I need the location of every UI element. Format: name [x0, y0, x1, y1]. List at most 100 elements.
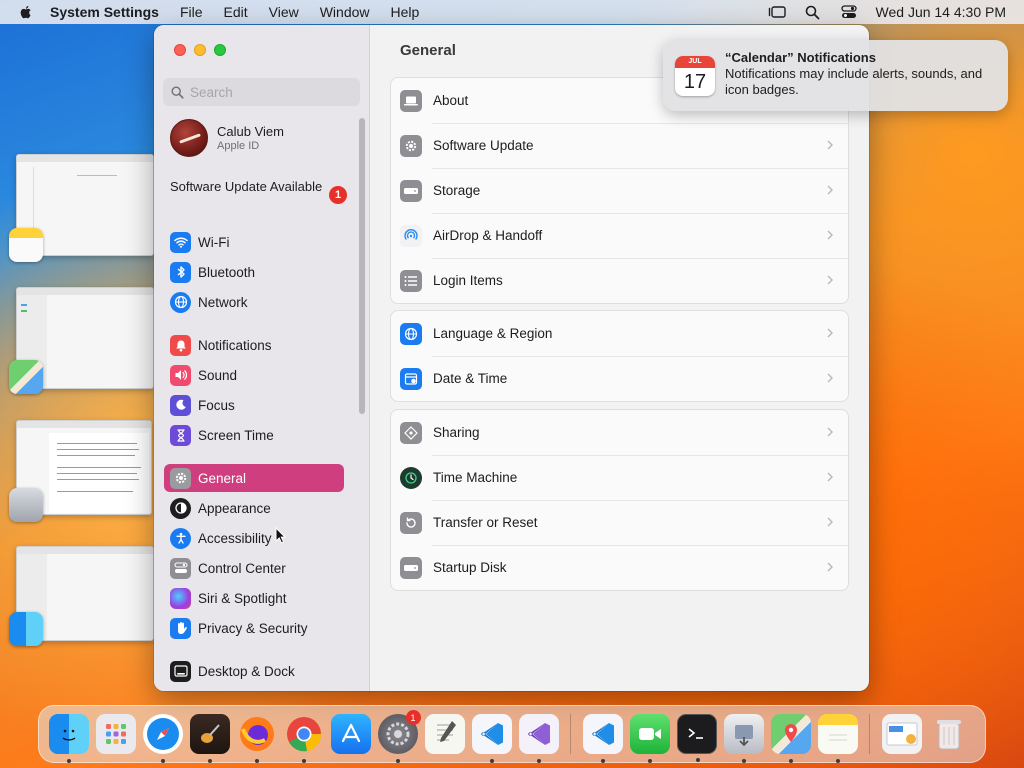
menu-app-name[interactable]: System Settings [50, 4, 159, 20]
dock-textedit-icon[interactable] [424, 714, 465, 754]
sidebar-item-network[interactable]: Network [164, 288, 344, 316]
row-software-update[interactable]: Software Update [391, 123, 848, 168]
apple-menu-icon[interactable] [18, 4, 34, 20]
sidebar-item-screen-time[interactable]: Screen Time [164, 421, 344, 449]
sidebar-item-desktop-dock[interactable]: Desktop & Dock [164, 657, 344, 685]
menu-window[interactable]: Window [320, 4, 370, 20]
speaker-icon [170, 364, 191, 386]
sidebar-item-general[interactable]: General [164, 464, 344, 492]
update-count-badge: 1 [329, 186, 347, 204]
sidebar-item-sound[interactable]: Sound [164, 361, 344, 389]
hourglass-icon [170, 424, 191, 446]
dock-garageband-icon[interactable] [189, 714, 230, 763]
chevron-right-icon [827, 517, 833, 527]
system-settings-window: Search Calub Viem Apple ID Software Upda… [154, 25, 869, 691]
dock-maps-icon[interactable] [770, 714, 811, 763]
dock-launchpad-icon[interactable] [95, 714, 136, 754]
sidebar-item-privacy-security[interactable]: Privacy & Security [164, 614, 344, 642]
control-center-icon[interactable] [840, 4, 858, 20]
finder-app-icon[interactable] [9, 612, 43, 646]
menu-help[interactable]: Help [391, 4, 420, 20]
row-label: Login Items [433, 273, 503, 288]
dock-firefox-icon[interactable] [237, 714, 277, 763]
sidebar-scrollbar[interactable] [359, 118, 365, 414]
search-placeholder: Search [190, 84, 233, 100]
dock-trash-icon[interactable] [929, 714, 969, 754]
dock-facetime-icon[interactable] [629, 714, 670, 763]
sidebar-item-wifi[interactable]: Wi-Fi [164, 228, 344, 256]
dock-vscode-icon[interactable] [471, 714, 512, 763]
row-label: About [433, 93, 469, 108]
globe-icon [400, 322, 422, 345]
settings-group-1: About Software Update Storage AirDrop & … [390, 77, 849, 304]
sidebar-item-accessibility[interactable]: Accessibility [164, 524, 344, 552]
time-machine-icon [400, 466, 422, 489]
menu-file[interactable]: File [180, 4, 203, 20]
dock-app-store-icon[interactable] [330, 714, 371, 754]
dock-notes-icon[interactable] [817, 714, 858, 763]
dock-vscode-insiders-icon[interactable] [582, 714, 623, 763]
row-sharing[interactable]: Sharing [391, 410, 848, 455]
dock-downloads-stack-icon[interactable] [881, 714, 922, 754]
stage-manager-icon[interactable] [768, 4, 786, 20]
chevron-right-icon [827, 185, 833, 195]
chevron-right-icon [827, 230, 833, 240]
sidebar-item-label: Control Center [198, 560, 286, 576]
bell-icon [170, 334, 191, 356]
dock-terminal-icon[interactable] [676, 714, 717, 762]
sharing-icon [400, 421, 422, 444]
menu-view[interactable]: View [269, 4, 299, 20]
siri-icon [170, 587, 191, 609]
dock-finder-icon[interactable] [48, 714, 89, 763]
calendar-app-icon: JUL 17 [675, 56, 715, 96]
dock: 1 [38, 705, 986, 763]
row-storage[interactable]: Storage [391, 168, 848, 213]
sidebar-item-label: Wi-Fi [198, 234, 230, 250]
settings-group-2: Language & Region Date & Time [390, 310, 849, 402]
downloads-app-icon[interactable] [9, 488, 43, 522]
calendar-notification-banner[interactable]: JUL 17 “Calendar” Notifications Notifica… [663, 40, 1008, 111]
chevron-right-icon [827, 427, 833, 437]
sidebar-item-label: Screen Time [198, 427, 274, 443]
maps-app-icon[interactable] [9, 360, 43, 394]
zoom-window-button[interactable] [214, 44, 226, 56]
dock-safari-icon[interactable] [142, 714, 183, 763]
dock-visual-studio-icon[interactable] [518, 714, 559, 763]
row-login-items[interactable]: Login Items [391, 258, 848, 303]
list-icon [400, 269, 422, 292]
minimize-window-button[interactable] [194, 44, 206, 56]
sidebar-item-focus[interactable]: Focus [164, 391, 344, 419]
notes-app-icon[interactable] [9, 228, 43, 262]
dock-chrome-icon[interactable] [284, 714, 324, 763]
row-label: Startup Disk [433, 560, 507, 575]
sidebar-item-label: Accessibility [198, 530, 272, 546]
dock-separator [869, 714, 870, 754]
sidebar-item-siri-spotlight[interactable]: Siri & Spotlight [164, 584, 344, 612]
dock-system-settings-icon[interactable]: 1 [377, 710, 421, 763]
gear-badge-icon [400, 134, 422, 157]
dock-preview-icon[interactable] [723, 714, 764, 763]
sidebar-item-appearance[interactable]: Appearance [164, 494, 344, 522]
network-globe-icon [170, 291, 191, 313]
spotlight-search-icon[interactable] [804, 4, 822, 20]
apple-id-profile[interactable]: Calub Viem Apple ID [170, 119, 284, 157]
sidebar-item-control-center[interactable]: Control Center [164, 554, 344, 582]
software-update-available[interactable]: Software Update Available [170, 179, 340, 195]
row-language-region[interactable]: Language & Region [391, 311, 848, 356]
sidebar-item-notifications[interactable]: Notifications [164, 331, 344, 359]
row-time-machine[interactable]: Time Machine [391, 455, 848, 500]
sidebar-item-bluetooth[interactable]: Bluetooth [164, 258, 344, 286]
calendar-day: 17 [683, 71, 707, 93]
menu-clock[interactable]: Wed Jun 14 4:30 PM [876, 4, 1006, 20]
row-transfer-reset[interactable]: Transfer or Reset [391, 500, 848, 545]
row-startup-disk[interactable]: Startup Disk [391, 545, 848, 590]
close-window-button[interactable] [174, 44, 186, 56]
menu-edit[interactable]: Edit [224, 4, 248, 20]
row-airdrop-handoff[interactable]: AirDrop & Handoff [391, 213, 848, 258]
row-date-time[interactable]: Date & Time [391, 356, 848, 401]
sidebar-item-label: Notifications [198, 337, 272, 353]
gear-icon [170, 467, 191, 489]
sidebar-item-label: Focus [198, 397, 235, 413]
search-input[interactable]: Search [163, 78, 360, 106]
sidebar-item-label: Privacy & Security [198, 620, 308, 636]
